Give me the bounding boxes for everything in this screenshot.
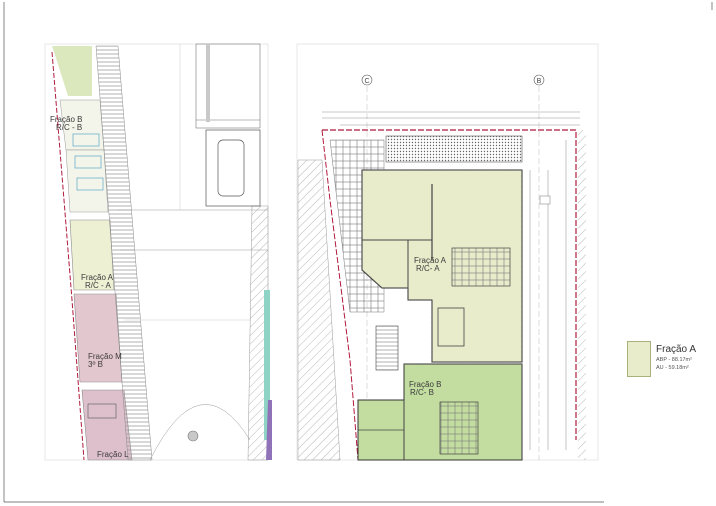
left-unit-label: Fração M 3º B <box>88 352 122 370</box>
right-floor-plan: C B <box>296 43 599 461</box>
grid-axis-c-label: C <box>364 78 369 85</box>
legend-au: AU - 59.18m² <box>656 365 689 371</box>
right-unit-code: R/C- B <box>410 388 434 398</box>
legend-title: Fração A <box>656 344 697 355</box>
left-site-plan <box>44 43 272 461</box>
drawing-sheet: C B <box>3 2 713 503</box>
legend-swatch <box>627 341 651 377</box>
left-unit-name: Fração L <box>97 450 129 459</box>
left-unit-label: Fração A R/C - A <box>81 273 113 291</box>
left-unit-code: R/C - B <box>56 123 83 133</box>
legend-abp: ABP - 88.17m² <box>656 357 692 363</box>
left-unit-label: Fração B R/C - B <box>50 115 83 133</box>
right-unit-code: R/C- A <box>416 264 440 274</box>
grid-axis-b-label: B <box>537 78 542 85</box>
right-unit-label: Fração A R/C- A <box>414 256 446 274</box>
left-unit-code: R/C - A <box>85 281 111 291</box>
right-unit-label: Fração B R/C- B <box>409 380 441 398</box>
left-unit-label: Fração L <box>97 450 129 459</box>
left-unit-code: 3º B <box>88 360 103 370</box>
